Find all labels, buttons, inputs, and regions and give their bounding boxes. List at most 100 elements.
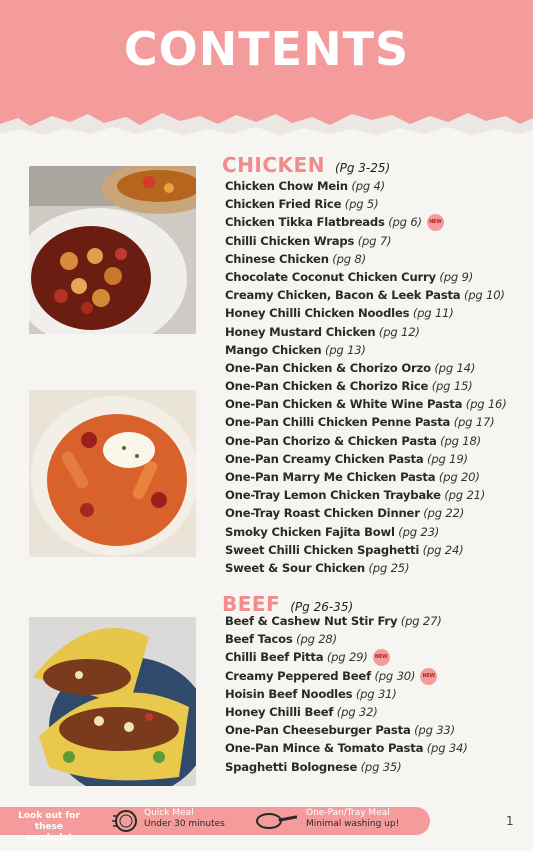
recipe-name: Chilli Chicken Wraps	[225, 233, 355, 248]
recipe-item[interactable]: Hoisin Beef Noodles (pg 31)	[225, 685, 468, 703]
recipe-page: (pg 22)	[423, 506, 465, 521]
recipe-page: (pg 24)	[422, 542, 464, 557]
penne-pasta-photo	[29, 390, 196, 557]
recipe-page: (pg 20)	[438, 470, 480, 484]
recipe-item[interactable]: Chicken Fried Rice (pg 5)	[225, 195, 507, 213]
recipe-page: (pg 28)	[296, 632, 337, 647]
recipe-name: One-Tray Lemon Chicken Traybake	[225, 488, 441, 503]
new-badge: NEW	[372, 649, 390, 667]
recipe-item[interactable]: Chilli Chicken Wraps (pg 7)	[225, 232, 507, 250]
recipe-item[interactable]: One-Pan Chicken & Chorizo Orzo (pg 14)	[225, 359, 507, 377]
recipe-item[interactable]: Chinese Chicken (pg 8)	[225, 250, 507, 268]
chicken-recipe-list: Chicken Chow Mein (pg 4) Chicken Fried Ri…	[225, 177, 507, 577]
recipe-item[interactable]: One-Pan Creamy Chicken Pasta (pg 19)	[225, 450, 507, 468]
legend-onepan: One-Pan/Tray Meal Minimal washing up!	[306, 808, 399, 830]
recipe-page: (pg 9)	[439, 269, 474, 284]
legend-quick-title: Quick Meal	[144, 808, 194, 818]
recipe-page: (pg 13)	[324, 342, 366, 357]
legend-intro-line2: these symbols!	[26, 822, 72, 843]
recipe-item[interactable]: Chilli Beef Pitta (pg 29) NEW	[225, 648, 468, 667]
legend-onepan-desc: Minimal washing up!	[306, 819, 400, 829]
recipe-page: (pg 6)	[388, 215, 422, 230]
recipe-page: (pg 4)	[351, 179, 386, 193]
page-number: 1	[506, 814, 514, 828]
recipe-item[interactable]: Honey Mustard Chicken (pg 12)	[225, 323, 507, 341]
recipe-name: Chocolate Coconut Chicken Curry	[225, 269, 436, 284]
recipe-name: One-Tray Roast Chicken Dinner	[225, 506, 420, 521]
timer-plate-icon	[112, 810, 137, 832]
recipe-page: (pg 14)	[434, 360, 476, 375]
section-header-chicken: CHICKEN (Pg 3-25)	[222, 153, 390, 177]
recipe-item[interactable]: One-Pan Chorizo & Chicken Pasta (pg 18)	[225, 432, 507, 450]
recipe-page: (pg 32)	[336, 704, 378, 719]
recipe-item[interactable]: One-Pan Mince & Tomato Pasta (pg 34)	[225, 739, 468, 757]
recipe-item[interactable]: Smoky Chicken Fajita Bowl (pg 23)	[225, 523, 507, 541]
recipe-name: Mango Chicken	[225, 342, 322, 357]
recipe-name: Sweet Chilli Chicken Spaghetti	[225, 542, 420, 557]
recipe-name: Chicken Chow Mein	[225, 179, 348, 193]
recipe-name: One-Pan Marry Me Chicken Pasta	[225, 470, 436, 484]
recipe-item[interactable]: Spaghetti Bolognese (pg 35)	[225, 758, 468, 776]
recipe-name: One-Pan Cheeseburger Pasta	[225, 723, 411, 738]
recipe-page: (pg 10)	[463, 288, 505, 303]
recipe-name: Beef Tacos	[225, 632, 293, 647]
recipe-item[interactable]: Honey Chilli Chicken Noodles (pg 11)	[225, 304, 507, 322]
recipe-item[interactable]: One-Pan Marry Me Chicken Pasta (pg 20)	[225, 468, 507, 486]
torn-paper-edge	[0, 113, 533, 154]
recipe-item[interactable]: Chicken Tikka Flatbreads (pg 6) NEW	[225, 213, 507, 232]
recipe-item[interactable]: One-Pan Chicken & White Wine Pasta (pg 1…	[225, 395, 507, 413]
recipe-page: (pg 8)	[332, 251, 366, 266]
recipe-page: (pg 27)	[400, 614, 442, 628]
recipe-item[interactable]: Chicken Chow Mein (pg 4)	[225, 177, 507, 195]
new-badge: NEW	[420, 667, 438, 685]
recipe-page: (pg 18)	[440, 433, 481, 448]
recipe-name: One-Pan Chicken & White Wine Pasta	[225, 397, 463, 412]
recipe-page: (pg 33)	[414, 723, 455, 738]
legend-quick-desc: Under 30 minutes	[144, 819, 225, 829]
recipe-name: One-Pan Chicken & Chorizo Rice	[225, 379, 429, 394]
recipe-item[interactable]: Mango Chicken (pg 13)	[225, 341, 507, 359]
recipe-name: One-Pan Creamy Chicken Pasta	[225, 451, 424, 466]
recipe-page: (pg 19)	[427, 451, 468, 466]
beef-tacos-photo	[29, 617, 196, 786]
recipe-page: (pg 29)	[326, 650, 368, 665]
recipe-item[interactable]: Beef Tacos (pg 28)	[225, 630, 468, 648]
recipe-page: (pg 15)	[431, 379, 473, 394]
recipe-page: (pg 35)	[360, 759, 402, 774]
recipe-item[interactable]: Honey Chilli Beef (pg 32)	[225, 703, 468, 721]
new-badge: NEW	[426, 214, 444, 232]
recipe-name: Spaghetti Bolognese	[225, 759, 358, 774]
recipe-item[interactable]: Chocolate Coconut Chicken Curry (pg 9)	[225, 268, 507, 286]
recipe-page: (pg 11)	[412, 306, 454, 321]
recipe-name: Creamy Peppered Beef	[225, 668, 371, 683]
recipe-item[interactable]: One-Pan Chilli Chicken Penne Pasta (pg 1…	[225, 413, 507, 431]
recipe-item[interactable]: One-Tray Roast Chicken Dinner (pg 22)	[225, 504, 507, 522]
recipe-item[interactable]: One-Tray Lemon Chicken Traybake (pg 21)	[225, 486, 507, 504]
recipe-page: (pg 30)	[374, 668, 416, 683]
recipe-item[interactable]: Creamy Chicken, Bacon & Leek Pasta (pg 1…	[225, 286, 507, 304]
recipe-page: (pg 17)	[453, 415, 495, 430]
recipe-item[interactable]: Creamy Peppered Beef (pg 30) NEW	[225, 667, 468, 685]
recipe-page: (pg 21)	[444, 488, 486, 503]
recipe-name: Chilli Beef Pitta	[225, 650, 324, 665]
section-pages: (Pg 3-25)	[334, 161, 391, 175]
page-title: CONTENTS	[123, 22, 410, 76]
legend-onepan-title: One-Pan/Tray Meal	[306, 808, 390, 818]
recipe-name: One-Pan Mince & Tomato Pasta	[225, 741, 424, 756]
recipe-page: (pg 5)	[344, 197, 379, 212]
recipe-item[interactable]: Sweet & Sour Chicken (pg 25)	[225, 559, 507, 577]
recipe-item[interactable]: One-Pan Cheeseburger Pasta (pg 33)	[225, 721, 468, 739]
beef-recipe-list: Beef & Cashew Nut Stir Fry (pg 27) Beef T…	[225, 612, 468, 776]
recipe-item[interactable]: Beef & Cashew Nut Stir Fry (pg 27)	[225, 612, 468, 630]
recipe-name: One-Pan Chilli Chicken Penne Pasta	[225, 415, 451, 430]
legend-quick: Quick Meal Under 30 minutes	[144, 808, 225, 830]
section-title: CHICKEN	[222, 153, 325, 177]
recipe-page: (pg 12)	[378, 324, 420, 339]
recipe-item[interactable]: One-Pan Chicken & Chorizo Rice (pg 15)	[225, 377, 507, 395]
recipe-item[interactable]: Sweet Chilli Chicken Spaghetti (pg 24)	[225, 541, 507, 559]
recipe-page: (pg 23)	[398, 524, 440, 539]
recipe-name: Creamy Chicken, Bacon & Leek Pasta	[225, 288, 461, 303]
recipe-name: Chicken Fried Rice	[225, 197, 342, 212]
recipe-name: Honey Mustard Chicken	[225, 324, 376, 339]
chicken-dish-photo	[29, 166, 196, 334]
